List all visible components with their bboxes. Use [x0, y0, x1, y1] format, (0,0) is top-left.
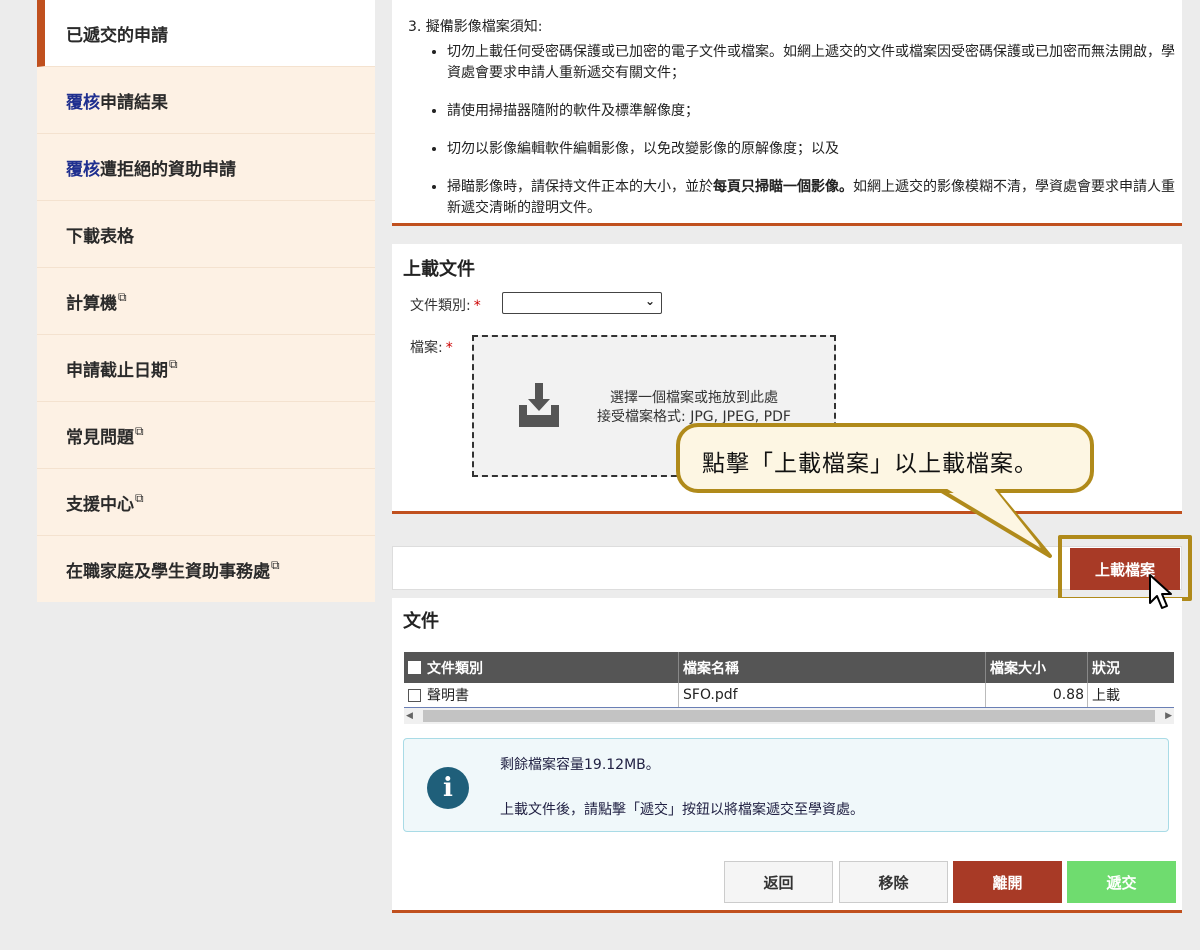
sidebar-item-submitted-applications[interactable]: 已遞交的申請: [37, 0, 375, 67]
column-header-file-size: 檔案大小: [986, 652, 1088, 683]
scrollbar-thumb[interactable]: [422, 710, 1156, 722]
file-label: 檔案: *: [410, 337, 453, 357]
info-icon: i: [427, 767, 469, 809]
required-mark: *: [445, 340, 453, 356]
file-label-text: 檔案:: [410, 340, 443, 356]
submit-button[interactable]: 遞交: [1067, 861, 1176, 903]
scroll-left-icon[interactable]: ◀: [404, 711, 413, 721]
documents-title: 文件: [403, 611, 439, 632]
documents-table: 文件類別 檔案名稱 檔案大小 狀況 聲明書 SFO.pdf 0.88 上載 ◀ …: [404, 652, 1174, 724]
sidebar-item-prefix: 覆核: [66, 92, 100, 113]
back-button[interactable]: 返回: [724, 861, 833, 903]
column-header-doc-type: 文件類別: [404, 652, 679, 683]
leave-button[interactable]: 離開: [953, 861, 1062, 903]
cell-file-name: SFO.pdf: [679, 683, 986, 707]
horizontal-scrollbar[interactable]: ◀ ▶: [404, 708, 1174, 724]
chevron-down-icon: ⌄: [644, 294, 655, 308]
sidebar-item-download-forms[interactable]: 下載表格: [37, 201, 375, 268]
note-text: 請使用掃描器隨附的軟件及標準解像度；: [447, 103, 699, 119]
required-mark: *: [473, 298, 481, 314]
dropzone-line1: 選擇一個檔案或拖放到此處: [610, 390, 778, 406]
sidebar-item-review-results[interactable]: 覆核 申請結果: [37, 67, 375, 134]
column-label: 檔案名稱: [683, 660, 739, 677]
cell-text: SFO.pdf: [683, 687, 738, 703]
external-link-icon: ⧉: [118, 289, 127, 304]
note-text: 切勿以影像編輯軟件編輯影像，以免改變影像的原解像度；以及: [447, 141, 839, 157]
sidebar-item-prefix: 覆核: [66, 159, 100, 180]
external-link-icon: ⧉: [271, 558, 280, 572]
doc-type-select[interactable]: ⌄: [502, 292, 662, 314]
note-emphasis: 每頁只掃瞄一個影像。: [713, 179, 853, 195]
tray-download-icon: [519, 383, 559, 427]
info-remaining-capacity: 剩餘檔案容量19.12MB。: [500, 757, 660, 773]
column-header-file-name: 檔案名稱: [679, 652, 986, 683]
sidebar: 已遞交的申請 覆核 申請結果 覆核 遭拒絕的資助申請 下載表格 計算機 ⧉ 申請截止日…: [37, 0, 375, 602]
column-label: 狀況: [1092, 660, 1120, 677]
note-text: 掃瞄影像時，請保持文件正本的大小，並於: [447, 179, 713, 195]
dropzone-text: 選擇一個檔案或拖放到此處 接受檔案格式: JPG, JPEG, PDF: [574, 389, 814, 427]
doc-type-label: 文件類別: *: [410, 295, 481, 315]
doc-type-label-text: 文件類別:: [410, 298, 471, 314]
sidebar-item-label: 申請結果: [100, 92, 168, 113]
cell-text: 上載: [1092, 688, 1120, 704]
scroll-right-icon[interactable]: ▶: [1165, 711, 1174, 721]
notes-list: 切勿上載任何受密碼保護或已加密的電子文件或檔案。如網上遞交的文件或檔案因受密碼保…: [427, 42, 1187, 236]
external-link-icon: ⧉: [135, 423, 144, 438]
sidebar-item-support-centre[interactable]: 支援中心 ⧉: [37, 469, 375, 536]
remove-button[interactable]: 移除: [839, 861, 948, 903]
table-row[interactable]: 聲明書 SFO.pdf 0.88 上載: [404, 683, 1174, 708]
image-file-notes-panel: 3. 擬備影像檔案須知: 切勿上載任何受密碼保護或已加密的電子文件或檔案。如網上…: [392, 0, 1182, 226]
external-link-icon: ⧉: [135, 490, 144, 505]
sidebar-item-label: 常見問題: [66, 427, 134, 448]
sidebar-item-label: 在職家庭及學生資助事務處: [66, 562, 270, 582]
note-item: 切勿以影像編輯軟件編輯影像，以免改變影像的原解像度；以及: [447, 139, 1187, 160]
column-header-status: 狀況: [1088, 652, 1174, 683]
external-link-icon: ⧉: [169, 356, 178, 371]
sidebar-item-label: 支援中心: [66, 494, 134, 515]
instruction-callout: 點擊「上載檔案」以上載檔案。: [676, 423, 1094, 493]
notes-heading: 3. 擬備影像檔案須知:: [408, 19, 543, 35]
sidebar-item-wfsfaa[interactable]: 在職家庭及學生資助事務處 ⧉: [37, 536, 375, 603]
info-box: i 剩餘檔案容量19.12MB。 上載文件後，請點擊「遞交」按鈕以將檔案遞交至學…: [403, 738, 1169, 832]
sidebar-item-label: 下載表格: [66, 226, 134, 247]
cell-status: 上載: [1088, 683, 1174, 707]
sidebar-item-deadlines[interactable]: 申請截止日期 ⧉: [37, 335, 375, 402]
cell-text: 0.88: [1052, 687, 1084, 703]
mouse-pointer-icon: [1149, 574, 1172, 609]
note-text: 切勿上載任何受密碼保護或已加密的電子文件或檔案。如網上遞交的文件或檔案因受密碼保…: [447, 44, 1175, 81]
info-submit-hint: 上載文件後，請點擊「遞交」按鈕以將檔案遞交至學資處。: [500, 802, 864, 818]
sidebar-item-calculator[interactable]: 計算機 ⧉: [37, 268, 375, 335]
sidebar-item-label: 已遞交的申請: [66, 25, 168, 46]
sidebar-item-label: 申請截止日期: [66, 360, 168, 381]
sidebar-item-review-rejected[interactable]: 覆核 遭拒絕的資助申請: [37, 134, 375, 201]
column-label: 文件類別: [427, 660, 483, 677]
documents-panel: 文件 文件類別 檔案名稱 檔案大小 狀況 聲明書 SFO.pdf 0.88 上載…: [392, 598, 1182, 913]
row-checkbox[interactable]: [408, 688, 421, 702]
note-item: 掃瞄影像時，請保持文件正本的大小，並於每頁只掃瞄一個影像。如網上遞交的影像模糊不…: [447, 177, 1187, 219]
sidebar-item-label: 計算機: [66, 293, 117, 314]
select-all-checkbox[interactable]: [408, 661, 421, 674]
table-header: 文件類別 檔案名稱 檔案大小 狀況: [404, 652, 1174, 683]
cell-doc-type: 聲明書: [404, 683, 679, 707]
cell-text: 聲明書: [427, 688, 469, 704]
upload-title: 上載文件: [403, 259, 475, 280]
column-label: 檔案大小: [990, 660, 1046, 677]
cell-file-size: 0.88: [986, 683, 1088, 707]
note-item: 請使用掃描器隨附的軟件及標準解像度；: [447, 101, 1187, 122]
sidebar-item-faq[interactable]: 常見問題 ⧉: [37, 402, 375, 469]
note-item: 切勿上載任何受密碼保護或已加密的電子文件或檔案。如網上遞交的文件或檔案因受密碼保…: [447, 42, 1187, 84]
callout-text: 點擊「上載檔案」以上載檔案。: [702, 451, 1038, 477]
sidebar-item-label: 遭拒絕的資助申請: [100, 159, 236, 180]
